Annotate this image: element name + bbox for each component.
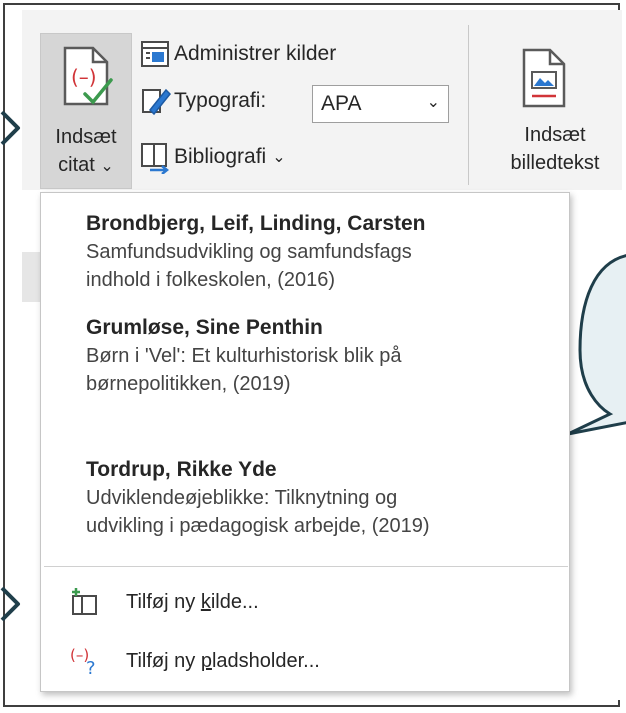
svg-text:(–): (–) (71, 65, 97, 89)
insert-caption-label-2: billedtekst (510, 152, 600, 174)
add-source-menu-item[interactable]: Tilføj ny kilde... (70, 588, 259, 616)
source-item[interactable]: Brondbjerg, Leif, Linding, Carsten Samfu… (86, 210, 526, 294)
source-item[interactable]: Tordrup, Rikke Yde Udviklendeøjeblikke: … (86, 456, 526, 540)
manage-sources-icon (140, 40, 174, 68)
add-placeholder-icon: (–) ? (70, 646, 126, 676)
style-value: APA (321, 92, 362, 115)
source-author: Tordrup, Rikke Yde (86, 458, 277, 481)
bibliography-icon (140, 140, 174, 174)
bibliography-button[interactable]: Bibliografi ⌄ (140, 140, 286, 174)
add-source-label: Tilføj ny kilde... (126, 590, 259, 613)
insert-citation-button[interactable]: (–) Indsæt citat ⌄ (40, 33, 132, 189)
bibliography-label: Bibliografi (174, 145, 267, 168)
manage-sources-label: Administrer kilder (174, 42, 337, 65)
source-item[interactable]: Grumløse, Sine Penthin Børn i 'Vel': Et … (86, 314, 526, 398)
insert-caption-label: Indsæt (524, 124, 586, 146)
source-author: Brondbjerg, Leif, Linding, Carsten (86, 212, 426, 235)
add-source-icon (70, 588, 126, 616)
manage-sources-button[interactable]: Administrer kilder (140, 40, 336, 68)
source-title: Udviklendeøjeblikke: Tilknytning og (86, 487, 398, 509)
menu-separator (44, 566, 568, 567)
chevron-down-icon: ⌄ (100, 158, 114, 175)
pointer-arrow-icon (0, 586, 22, 627)
source-title: indhold i folkeskolen, (2016) (86, 269, 336, 291)
insert-citation-label: Indsæt (55, 126, 117, 148)
style-label: Typografi: (174, 89, 267, 112)
insert-citation-icon: (–) (61, 46, 113, 113)
add-placeholder-label: Tilføj ny pladsholder... (126, 649, 320, 672)
chevron-down-icon: ⌄ (272, 149, 286, 166)
source-title: udvikling i pædagogisk arbejde, (2019) (86, 515, 430, 537)
ribbon-group-separator (468, 25, 469, 185)
add-placeholder-menu-item[interactable]: (–) ? Tilføj ny pladsholder... (70, 646, 320, 676)
chevron-down-icon: ⌄ (426, 94, 440, 111)
style-label-group: Typografi: (140, 86, 266, 116)
insert-caption-icon (520, 48, 568, 115)
style-select[interactable]: APA ⌄ (312, 85, 449, 123)
source-title: Samfundsudvikling og samfundsfags (86, 241, 412, 263)
source-title: børnepolitikken, (2019) (86, 373, 291, 395)
source-title: Børn i 'Vel': Et kulturhistorisk blik på (86, 345, 402, 367)
pointer-arrow-icon (0, 110, 22, 151)
insert-citation-label-2: citat ⌄ (58, 154, 114, 176)
style-brush-icon (140, 86, 174, 116)
svg-text:?: ? (86, 658, 96, 676)
insert-caption-button[interactable]: Indsæt billedtekst (490, 40, 620, 190)
source-author: Grumløse, Sine Penthin (86, 316, 323, 339)
